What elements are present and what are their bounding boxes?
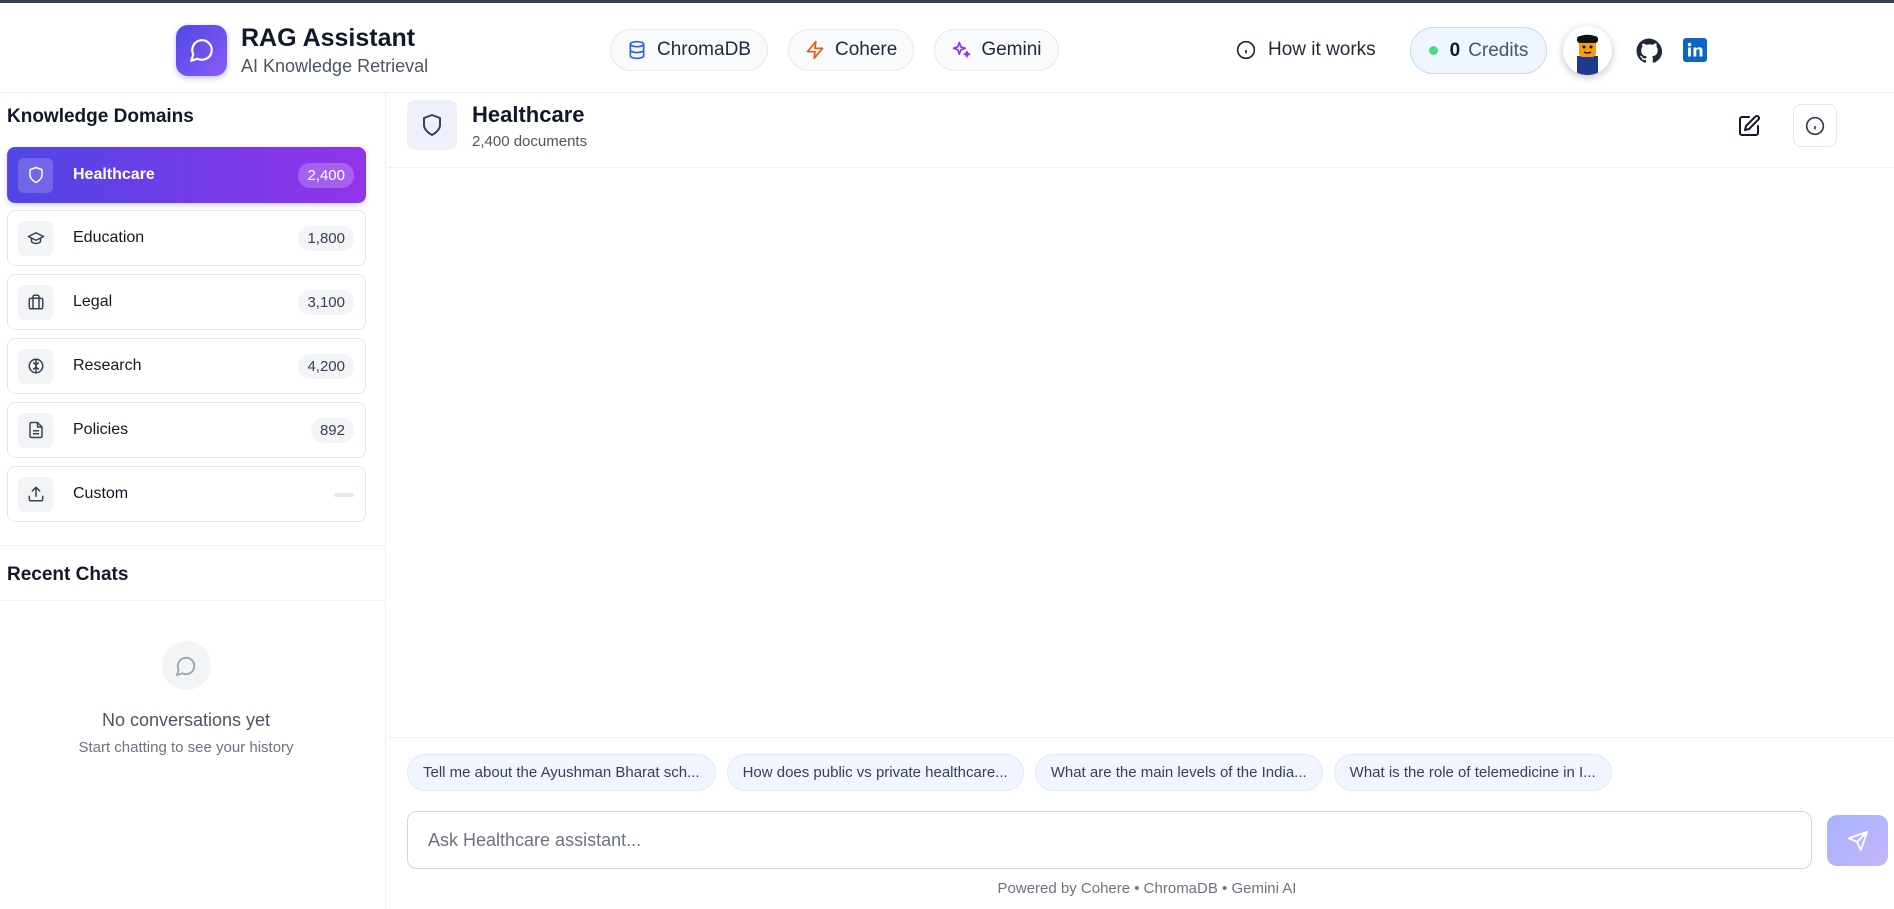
empty-title: No conversations yet: [101, 710, 271, 730]
tech-pill-label: ChromaDB: [657, 39, 751, 60]
bolt-icon: [806, 40, 824, 60]
chat-bubble-icon: [176, 24, 227, 76]
domain-label: Research: [73, 357, 142, 374]
brain-icon: [18, 348, 53, 384]
document-icon: [18, 412, 53, 448]
domain-count-placeholder: [334, 493, 354, 497]
brand[interactable]: RAG Assistant AI Knowledge Retrieval: [176, 23, 428, 77]
divider: [0, 545, 386, 546]
suggestion-chip[interactable]: Tell me about the Ayushman Bharat sch...: [407, 754, 716, 791]
domain-document-count: 2,400 documents: [472, 133, 588, 150]
credits-badge[interactable]: 0 Credits: [1410, 27, 1547, 74]
tech-stack: ChromaDB Cohere Gemini: [610, 29, 1059, 71]
domain-count: 1,800: [298, 226, 354, 251]
divider: [388, 737, 1894, 738]
info-icon: [1236, 40, 1256, 60]
send-icon: [1847, 830, 1868, 851]
suggestion-chips: Tell me about the Ayushman Bharat sch...…: [407, 754, 1612, 791]
github-icon[interactable]: [1636, 38, 1663, 69]
top-bar: RAG Assistant AI Knowledge Retrieval Chr…: [0, 0, 1894, 93]
domain-label: Healthcare: [73, 166, 155, 183]
app-subtitle: AI Knowledge Retrieval: [241, 56, 429, 76]
info-icon: [1805, 116, 1825, 135]
divider: [0, 600, 386, 601]
domain-item-policies[interactable]: Policies 892: [7, 402, 366, 458]
domain-item-research[interactable]: Research 4,200: [7, 338, 366, 394]
suggestion-chip[interactable]: What is the role of telemedicine in I...: [1333, 754, 1612, 791]
shield-icon: [18, 157, 53, 193]
suggestion-chip[interactable]: What are the main levels of the India...: [1034, 754, 1323, 791]
tech-pill-label: Cohere: [834, 39, 898, 60]
how-it-works-button[interactable]: How it works: [1236, 39, 1376, 61]
empty-subtitle: Start chatting to see your history: [78, 739, 294, 756]
domain-label: Policies: [73, 421, 129, 438]
knowledge-domains-heading: Knowledge Domains: [7, 106, 194, 127]
tech-pill-label: Gemini: [981, 39, 1042, 60]
shield-icon: [407, 100, 457, 150]
domain-count: 4,200: [298, 354, 354, 379]
domain-label: Legal: [73, 293, 113, 310]
chat-input[interactable]: [407, 811, 1812, 869]
linkedin-icon[interactable]: [1683, 38, 1707, 67]
tech-pill-chromadb[interactable]: ChromaDB: [610, 29, 768, 71]
avatar[interactable]: [1563, 26, 1612, 75]
how-it-works-label: How it works: [1268, 39, 1376, 60]
domain-item-education[interactable]: Education 1,800: [7, 210, 366, 266]
domain-count: 3,100: [298, 290, 354, 315]
send-button[interactable]: [1827, 815, 1888, 866]
sparkles-icon: [952, 41, 971, 58]
sidebar: Knowledge Domains Healthcare 2,400 Educa…: [0, 93, 386, 909]
domain-count: 892: [310, 418, 354, 443]
domain-count: 2,400: [298, 163, 354, 188]
domain-item-legal[interactable]: Legal 3,100: [7, 274, 366, 330]
chat-messages-area[interactable]: [388, 169, 1894, 737]
credits-count: 0: [1449, 39, 1461, 61]
domain-label: Custom: [73, 485, 129, 502]
edit-icon: [1739, 115, 1760, 136]
domain-item-custom[interactable]: Custom: [7, 466, 366, 522]
database-icon: [629, 40, 645, 60]
upload-icon: [18, 476, 53, 512]
domain-label: Education: [73, 229, 145, 246]
status-dot: [1428, 46, 1438, 55]
recent-chats-heading: Recent Chats: [7, 564, 129, 585]
briefcase-icon: [18, 284, 53, 320]
tech-pill-gemini[interactable]: Gemini: [934, 29, 1059, 71]
chat-bubble-icon: [161, 641, 211, 690]
powered-by-footer: Powered by Cohere • ChromaDB • Gemini AI: [997, 880, 1297, 897]
domain-title: Healthcare: [472, 102, 585, 127]
domain-item-healthcare[interactable]: Healthcare 2,400: [7, 147, 366, 203]
tech-pill-cohere[interactable]: Cohere: [787, 29, 915, 71]
domain-header: Healthcare 2,400 documents: [388, 93, 1894, 168]
credits-label: Credits: [1468, 39, 1529, 61]
app-title: RAG Assistant: [241, 24, 416, 52]
domain-info-button[interactable]: [1793, 104, 1837, 147]
empty-chats: No conversations yet Start chatting to s…: [0, 641, 372, 756]
graduation-cap-icon: [18, 220, 53, 256]
new-chat-button[interactable]: [1734, 111, 1764, 141]
suggestion-chip[interactable]: How does public vs private healthcare...: [726, 754, 1024, 791]
